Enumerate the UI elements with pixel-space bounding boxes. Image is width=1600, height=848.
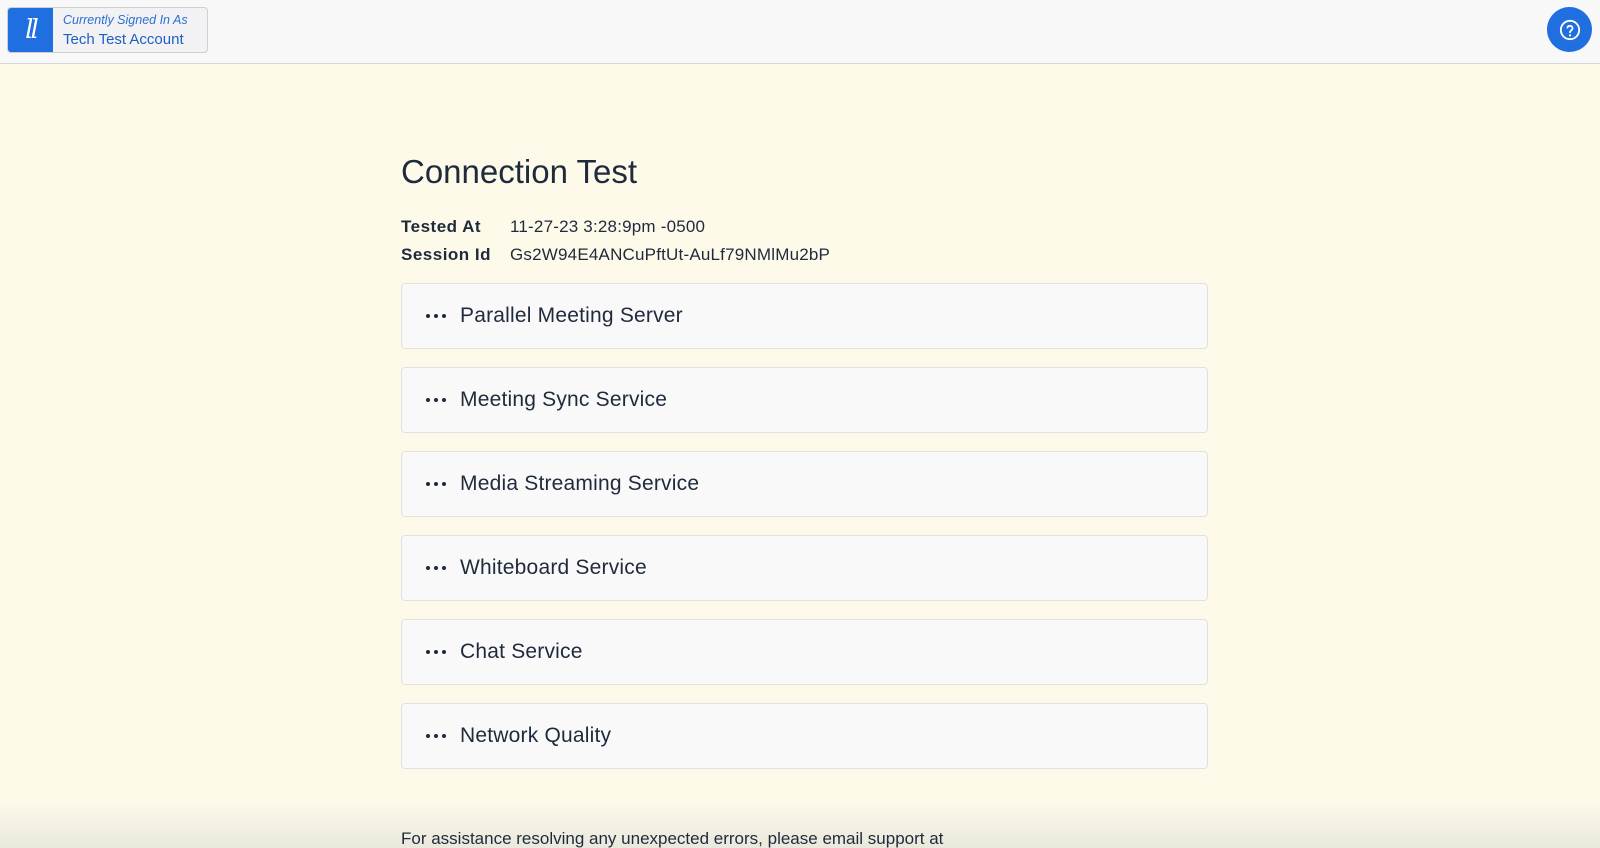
test-item-label: Media Streaming Service [460,472,700,495]
connection-test-panel: Connection Test Tested At 11-27-23 3:28:… [401,150,1208,787]
test-item-label: Whiteboard Service [460,556,647,579]
test-item-label: Parallel Meeting Server [460,304,683,327]
app-logo: ll [8,8,53,52]
session-id-label: Session Id [401,245,492,264]
question-circle-icon [1559,19,1580,40]
account-info: Currently Signed In As Tech Test Account [53,8,188,52]
page-title: Connection Test [401,153,638,190]
support-note: For assistance resolving any unexpected … [401,829,944,848]
test-item-label: Network Quality [460,724,612,747]
test-item-whiteboard-service[interactable]: Whiteboard Service [401,535,1208,601]
test-item-network-quality[interactable]: Network Quality [401,703,1208,769]
account-switcher[interactable]: ll Currently Signed In As Tech Test Acco… [7,7,208,53]
ellipsis-icon [426,482,460,486]
test-item-parallel-meeting-server[interactable]: Parallel Meeting Server [401,283,1208,349]
ellipsis-icon [426,650,460,654]
ellipsis-icon [426,314,460,318]
test-list: Parallel Meeting Server Meeting Sync Ser… [401,283,1208,787]
test-item-media-streaming-service[interactable]: Media Streaming Service [401,451,1208,517]
signed-in-label: Currently Signed In As [63,13,188,27]
test-item-label: Meeting Sync Service [460,388,668,411]
test-metadata: Tested At 11-27-23 3:28:9pm -0500 Sessio… [401,216,1208,266]
test-item-label: Chat Service [460,640,583,663]
session-id-value: Gs2W94E4ANCuPftUt-AuLf79NMlMu2bP [510,245,831,264]
account-name: Tech Test Account [63,31,184,48]
logo-text: ll [25,15,39,45]
test-item-chat-service[interactable]: Chat Service [401,619,1208,685]
ellipsis-icon [426,398,460,402]
tested-at-value: 11-27-23 3:28:9pm -0500 [510,217,706,236]
ellipsis-icon [426,566,460,570]
test-item-meeting-sync-service[interactable]: Meeting Sync Service [401,367,1208,433]
ellipsis-icon [426,734,460,738]
tested-at-label: Tested At [401,217,482,236]
help-button[interactable] [1547,7,1592,52]
top-bar: ll Currently Signed In As Tech Test Acco… [0,0,1600,64]
